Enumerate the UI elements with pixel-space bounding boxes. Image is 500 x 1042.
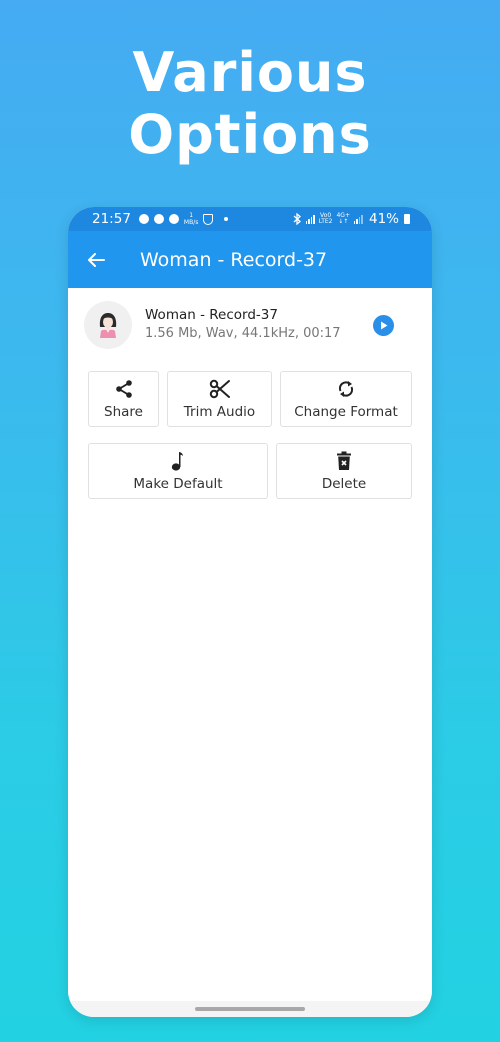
net-speed-unit: MB/s xyxy=(183,219,199,226)
app-bar-title: Woman - Record-37 xyxy=(140,248,328,271)
battery-percent: 41% xyxy=(368,211,399,227)
signal-icon xyxy=(305,214,315,224)
arrow-left-icon xyxy=(88,252,105,267)
navigation-bar xyxy=(68,1001,432,1017)
headline-line-2: Options xyxy=(128,103,372,166)
share-button[interactable]: Share xyxy=(88,371,159,427)
back-button[interactable] xyxy=(68,231,124,288)
network-speed-icon: 1 MB/s xyxy=(184,212,198,226)
shield-icon xyxy=(203,213,214,225)
bluetooth-icon xyxy=(293,213,301,225)
phone-screen: 21:57 1 MB/s Vo0 LTE2 4G+ ↓↑ 41% Woman -… xyxy=(68,207,432,1017)
app-bar: Woman - Record-37 xyxy=(68,231,432,288)
trim-audio-label: Trim Audio xyxy=(183,404,256,420)
promo-headline: Various Options xyxy=(0,42,500,166)
status-time: 21:57 xyxy=(92,211,131,227)
play-icon xyxy=(380,321,387,329)
headline-line-1: Various xyxy=(132,41,368,104)
change-format-button[interactable]: Change Format xyxy=(280,371,412,427)
data-arrows: ↓↑ xyxy=(338,218,349,225)
4g-icon: 4G+ ↓↑ xyxy=(336,213,350,225)
change-format-label: Change Format xyxy=(294,404,398,420)
woman-avatar-icon xyxy=(99,313,117,338)
messenger-icon xyxy=(153,214,164,224)
status-bar: 21:57 1 MB/s Vo0 LTE2 4G+ ↓↑ 41% xyxy=(68,207,432,231)
net-speed-value: 1 xyxy=(189,212,194,219)
make-default-button[interactable]: Make Default xyxy=(88,443,268,499)
record-item: Woman - Record-37 1.56 Mb, Wav, 44.1kHz,… xyxy=(84,288,412,362)
trash-icon xyxy=(337,451,351,470)
make-default-label: Make Default xyxy=(133,476,223,492)
volte-icon: Vo0 LTE2 xyxy=(319,213,333,225)
options-row-1: Share Trim Audio Change Format xyxy=(88,371,412,427)
lte-label: LTE2 xyxy=(318,218,333,225)
delete-label: Delete xyxy=(321,476,367,492)
options-row-2: Make Default Delete xyxy=(88,443,412,499)
battery-icon xyxy=(404,214,410,224)
dot-icon xyxy=(224,217,229,221)
trim-audio-button[interactable]: Trim Audio xyxy=(167,371,272,427)
play-button[interactable] xyxy=(373,314,394,336)
share-label: Share xyxy=(104,404,143,420)
content: Woman - Record-37 1.56 Mb, Wav, 44.1kHz,… xyxy=(68,288,432,499)
delete-button[interactable]: Delete xyxy=(276,443,412,499)
signal-icon xyxy=(353,214,363,224)
music-note-icon xyxy=(171,452,183,471)
avatar xyxy=(84,301,132,349)
scissors-icon xyxy=(209,379,230,399)
home-indicator[interactable] xyxy=(195,1007,305,1011)
share-icon xyxy=(115,380,132,398)
facebook-icon xyxy=(168,214,179,224)
record-name: Woman - Record-37 xyxy=(145,307,278,323)
sync-icon xyxy=(338,381,354,397)
messenger-icon xyxy=(138,214,149,224)
record-meta: 1.56 Mb, Wav, 44.1kHz, 00:17 xyxy=(145,326,341,341)
